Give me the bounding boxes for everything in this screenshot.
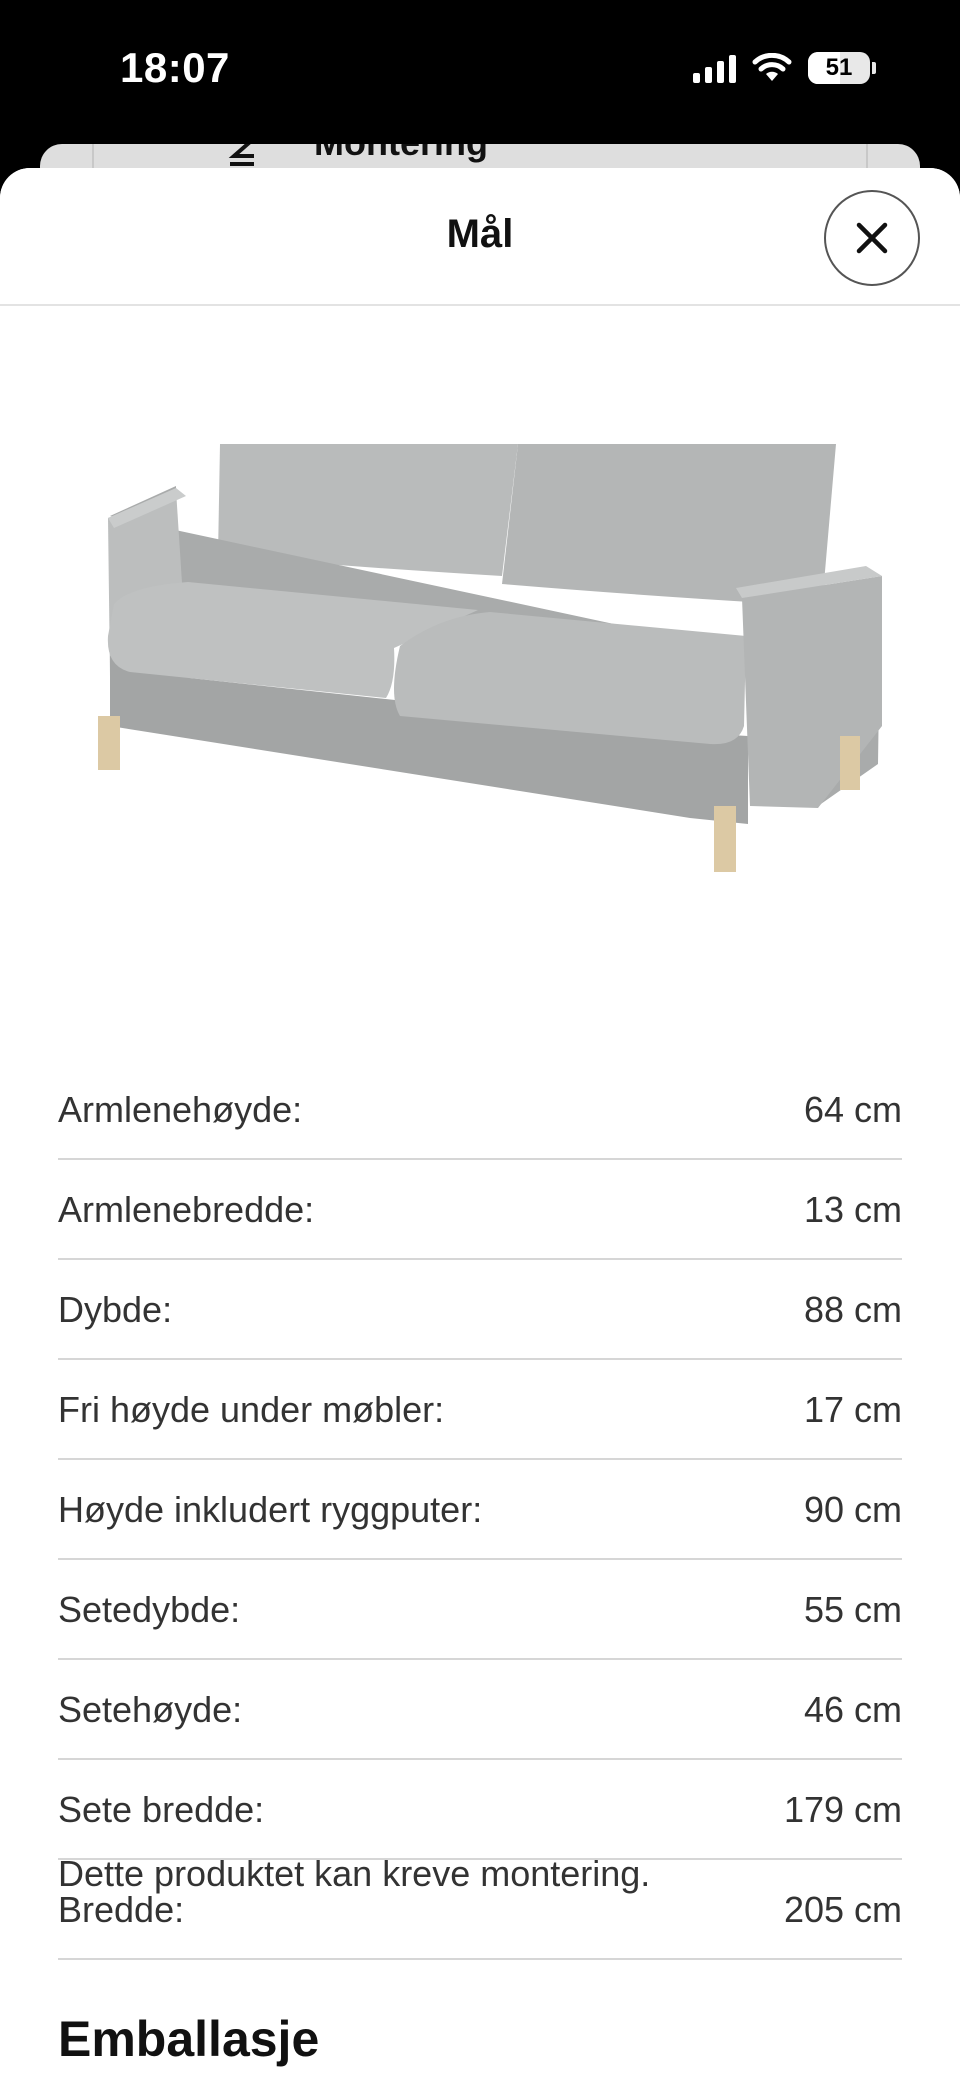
status-bar: 18:07 51 bbox=[0, 0, 960, 144]
dimension-value: 64 cm bbox=[803, 1089, 902, 1130]
dimension-label: Bredde: bbox=[58, 1889, 185, 1930]
dimension-value: 205 cm bbox=[783, 1889, 902, 1930]
dimension-row-hoyde-ryggputer: Høyde inkludert ryggputer: 90 cm bbox=[58, 1460, 902, 1560]
dimension-label: Armlenehøyde: bbox=[58, 1089, 303, 1130]
dimension-label: Fri høyde under møbler: bbox=[58, 1389, 445, 1430]
section-heading-emballasje[interactable]: Emballasje bbox=[58, 2010, 319, 2068]
dimension-value: 13 cm bbox=[803, 1189, 902, 1230]
sheet-header: Mål bbox=[0, 168, 960, 306]
dimension-value: 17 cm bbox=[803, 1389, 902, 1430]
dimension-label: Setehøyde: bbox=[58, 1689, 243, 1730]
battery-percentage: 51 bbox=[825, 54, 853, 81]
dimensions-sheet: Mål Armlenehøyde: 64 cm Armlenebredde: 1… bbox=[0, 168, 960, 2081]
assembly-icon bbox=[228, 144, 254, 166]
dimension-value: 46 cm bbox=[803, 1689, 902, 1730]
dimension-value: 55 cm bbox=[803, 1589, 902, 1630]
dimension-row-setedybde: Setedybde: 55 cm bbox=[58, 1560, 902, 1660]
dimension-label: Høyde inkludert ryggputer: bbox=[58, 1489, 483, 1530]
cellular-signal-icon bbox=[693, 53, 736, 83]
dimension-label: Sete bredde: bbox=[58, 1789, 265, 1830]
dimension-row-sete-bredde: Sete bredde: 179 cm bbox=[58, 1760, 902, 1860]
dimension-row-fri-hoyde: Fri høyde under møbler: 17 cm bbox=[58, 1360, 902, 1460]
dimension-label: Setedybde: bbox=[58, 1589, 241, 1630]
battery-icon: 51 bbox=[808, 52, 870, 84]
dimensions-list: Armlenehøyde: 64 cm Armlenebredde: 13 cm… bbox=[58, 1060, 902, 1960]
close-icon bbox=[856, 222, 888, 254]
dimension-label: Armlenebredde: bbox=[58, 1189, 315, 1230]
sofa-product-image bbox=[98, 444, 882, 872]
dimension-value: 88 cm bbox=[803, 1289, 902, 1330]
dimension-row-setehoyde: Setehøyde: 46 cm bbox=[58, 1660, 902, 1760]
wifi-icon bbox=[752, 53, 792, 81]
dimension-value: 179 cm bbox=[783, 1789, 902, 1830]
battery-tip bbox=[872, 62, 876, 74]
status-time: 18:07 bbox=[120, 44, 230, 91]
status-icons: 51 bbox=[693, 50, 876, 86]
assembly-note: Dette produktet kan kreve montering. bbox=[58, 1853, 651, 1894]
dimension-row-dybde: Dybde: 88 cm bbox=[58, 1260, 902, 1360]
dimension-row-armlenebredde: Armlenebredde: 13 cm bbox=[58, 1160, 902, 1260]
dimension-label: Dybde: bbox=[58, 1289, 173, 1330]
sheet-title: Mål bbox=[446, 212, 514, 256]
dimension-value: 90 cm bbox=[803, 1489, 902, 1530]
close-button[interactable] bbox=[824, 190, 920, 286]
dimension-row-armlenehoyde: Armlenehøyde: 64 cm bbox=[58, 1060, 902, 1160]
background-card-label: Montering bbox=[314, 144, 488, 164]
